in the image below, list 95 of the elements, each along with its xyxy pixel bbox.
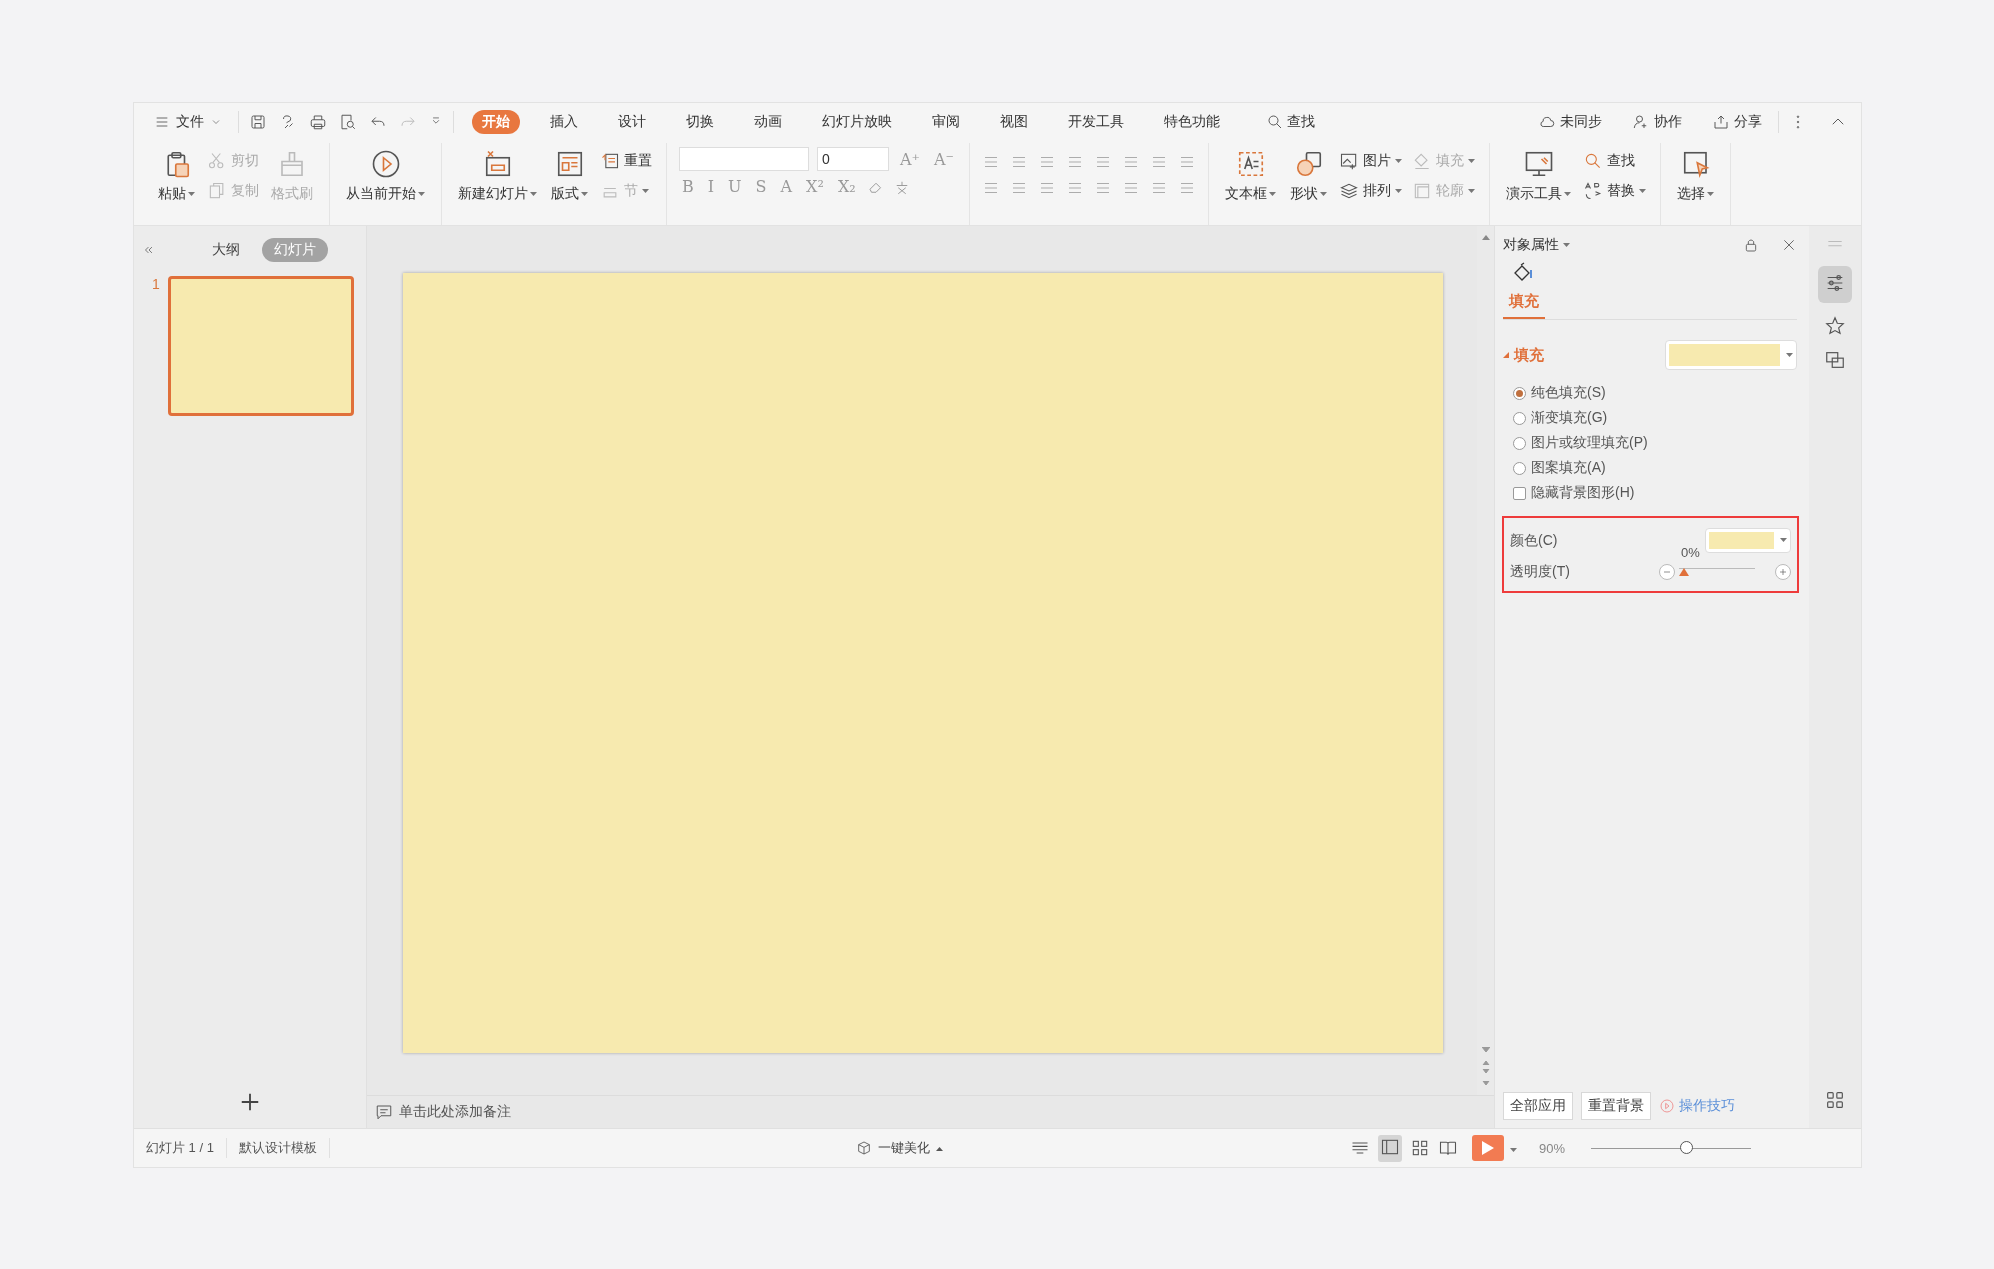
checkbox[interactable] — [1513, 486, 1526, 500]
file-menu[interactable]: 文件 — [148, 109, 228, 135]
font-size-field[interactable]: 0 — [817, 147, 889, 171]
play-circle-icon — [1659, 1098, 1675, 1114]
radio-option[interactable]: 图片或纹理填充(P) — [1513, 434, 1797, 452]
swap-icon — [1583, 181, 1603, 201]
search-icon — [1583, 151, 1603, 171]
font-name-field[interactable] — [679, 147, 809, 171]
checkbox-option[interactable]: 隐藏背景图形(H) — [1513, 484, 1797, 502]
transparency-value: 0% — [1681, 545, 1700, 560]
caret-icon — [1563, 242, 1570, 248]
radio-button[interactable] — [1513, 436, 1526, 450]
ribbon-tab[interactable]: 动画 — [744, 110, 792, 134]
comment-icon — [375, 1103, 393, 1121]
ribbon-button[interactable]: 形状 — [1286, 147, 1331, 205]
ribbon-tab[interactable]: 视图 — [990, 110, 1038, 134]
plus-icon — [239, 1091, 261, 1113]
expand-triangle-icon — [1503, 352, 1509, 358]
monitor-icon — [1523, 149, 1554, 179]
scroll-up-icon[interactable] — [1481, 234, 1490, 240]
picture-icon — [1339, 151, 1359, 171]
color-label: 颜色(C) — [1510, 531, 1558, 550]
slide-count: 幻灯片 1 / 1 — [134, 1138, 227, 1158]
panel-button[interactable]: 全部应用 — [1503, 1092, 1573, 1120]
play-circle-icon — [370, 149, 401, 179]
sync-status[interactable]: 未同步 — [1532, 112, 1608, 132]
ribbon-button[interactable]: 文本框 — [1221, 147, 1280, 205]
panel-tab[interactable]: 大纲 — [200, 238, 252, 262]
notes-placeholder[interactable]: 单击此处添加备注 — [399, 1103, 511, 1121]
collaborate-button[interactable]: 协作 — [1626, 112, 1688, 132]
bucket-icon — [1412, 151, 1432, 171]
normal-view-button[interactable] — [1377, 1134, 1402, 1162]
ribbon-tab[interactable]: 切换 — [676, 110, 724, 134]
radio-button[interactable] — [1513, 411, 1526, 425]
ribbon-button[interactable]: 新建幻灯片 — [454, 147, 541, 205]
ribbon-tab[interactable]: 插入 — [540, 110, 588, 134]
ribbon-tab[interactable]: 特色功能 — [1154, 110, 1230, 134]
search-button[interactable]: 查找 — [1260, 112, 1321, 132]
increase-button[interactable] — [1775, 564, 1791, 580]
radio-button[interactable] — [1513, 386, 1526, 400]
ribbon-tab[interactable]: 开发工具 — [1058, 110, 1134, 134]
plus-icon — [1777, 566, 1789, 578]
lock-icon[interactable] — [1743, 237, 1759, 253]
ribbon-tab[interactable]: 设计 — [608, 110, 656, 134]
outline-icon — [1412, 181, 1432, 201]
decrease-button[interactable] — [1659, 564, 1675, 580]
slide-number: 1 — [152, 276, 160, 294]
panel-title[interactable]: 对象属性 — [1503, 236, 1570, 254]
radio-option[interactable]: 纯色填充(S) — [1513, 384, 1797, 402]
ribbon-tab[interactable]: 审阅 — [922, 110, 970, 134]
transparency-label: 透明度(T) — [1510, 563, 1570, 581]
ribbon-tab[interactable]: 幻灯片放映 — [812, 110, 902, 134]
ribbon-button[interactable]: 替换 — [1581, 179, 1648, 203]
panel-button[interactable]: 重置背景 — [1581, 1092, 1651, 1120]
caret-icon — [1509, 1147, 1517, 1153]
ribbon-button[interactable]: 图片 — [1337, 149, 1404, 173]
ribbon-button[interactable]: 排列 — [1337, 179, 1404, 203]
ribbon-button[interactable]: 从当前开始 — [342, 147, 429, 205]
share-icon — [1712, 113, 1730, 131]
caret-icon — [1780, 538, 1787, 543]
beautify-button[interactable]: 一键美化 — [849, 1138, 949, 1158]
copy-icon[interactable] — [1824, 349, 1846, 371]
radio-button[interactable] — [1513, 461, 1526, 475]
save-icon[interactable] — [249, 113, 267, 131]
print-icon[interactable] — [309, 113, 327, 131]
radio-option[interactable]: 渐变填充(G) — [1513, 409, 1797, 427]
menu-icon — [154, 114, 170, 130]
search-icon — [1266, 113, 1284, 131]
ribbon-button[interactable]: 选择 — [1673, 147, 1718, 205]
ribbon-button[interactable]: 版式 — [547, 147, 592, 205]
caret-icon — [1786, 352, 1793, 358]
print-preview-icon[interactable] — [339, 113, 357, 131]
ribbon-button[interactable]: 重置 — [598, 149, 654, 173]
ribbon-button[interactable]: 粘贴 — [154, 147, 199, 205]
scroll-arrows-icon[interactable] — [1481, 1047, 1490, 1087]
fill-color-dropdown[interactable] — [1665, 340, 1797, 370]
caret-icon — [935, 1145, 943, 1151]
ribbon-button[interactable]: 演示工具 — [1502, 147, 1575, 205]
template-name[interactable]: 默认设计模板 — [226, 1138, 330, 1158]
reset-icon — [600, 151, 620, 171]
cube-icon — [855, 1140, 872, 1156]
ribbon-button[interactable]: 查找 — [1581, 149, 1648, 173]
slide-thumbnail[interactable] — [167, 276, 354, 416]
share-button[interactable]: 分享 — [1706, 112, 1768, 132]
grid-icon[interactable] — [1824, 1089, 1846, 1111]
slider-thumb[interactable] — [1680, 1140, 1693, 1154]
color-dropdown[interactable] — [1705, 528, 1791, 553]
radio-option[interactable]: 图案填充(A) — [1513, 459, 1797, 477]
properties-panel-button[interactable] — [1818, 266, 1852, 303]
play-button[interactable] — [1471, 1135, 1504, 1161]
layers-icon — [1339, 181, 1359, 201]
star-icon[interactable] — [1824, 315, 1846, 337]
play-icon — [1480, 1140, 1495, 1156]
slider-thumb[interactable] — [1679, 568, 1689, 576]
close-icon[interactable] — [1781, 237, 1797, 253]
